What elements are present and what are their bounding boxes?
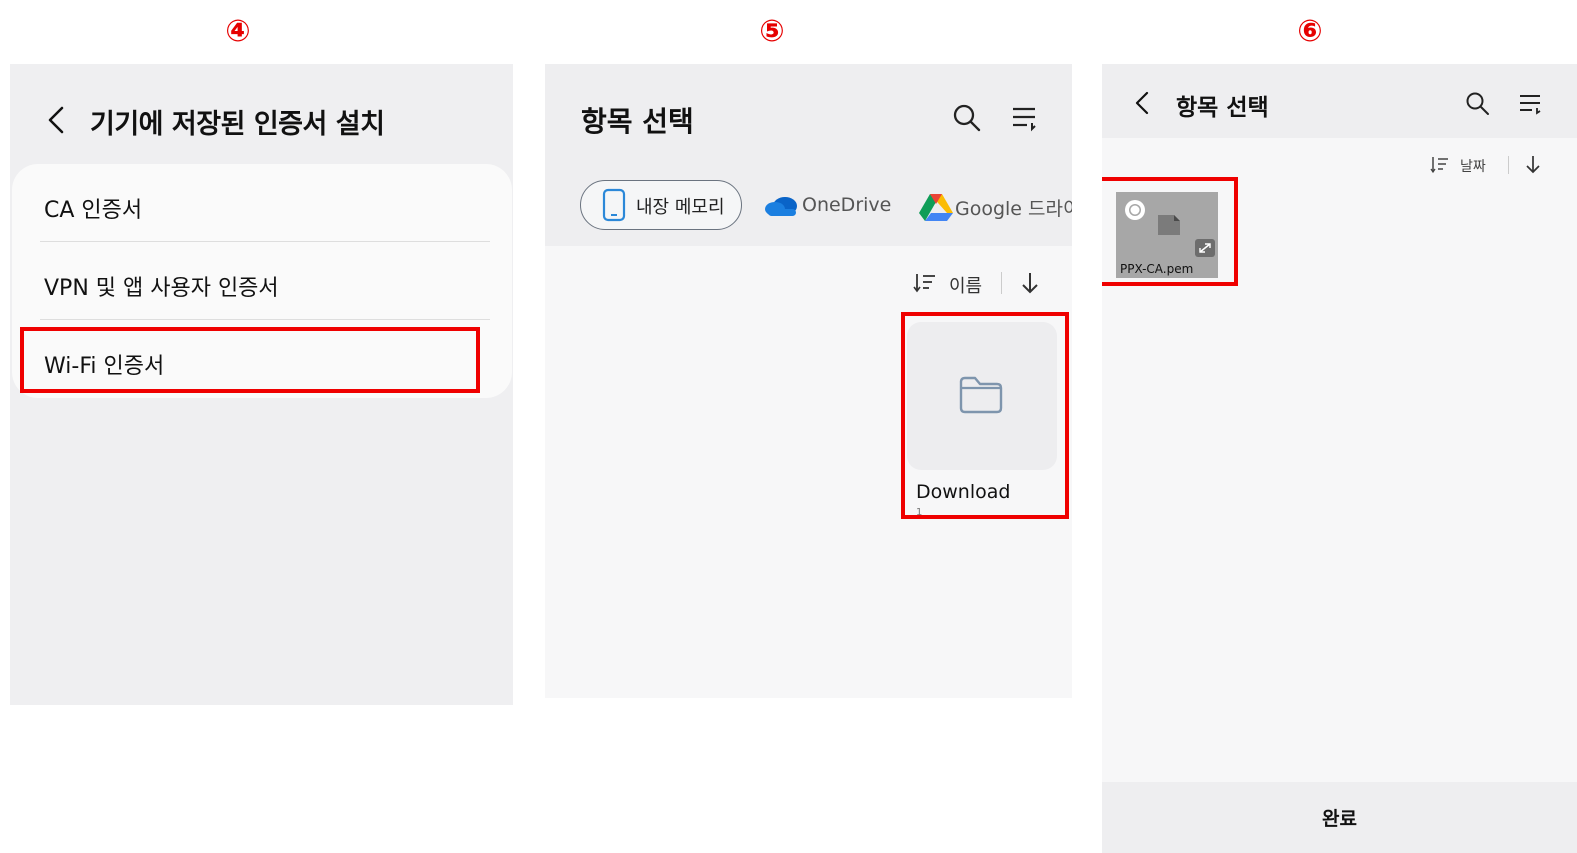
step-number-6: ⑥	[1297, 14, 1323, 49]
google-drive-icon	[919, 194, 953, 221]
step-number-4: ④	[225, 14, 251, 49]
divider	[40, 241, 490, 242]
install-certificate-screen: 기기에 저장된 인증서 설치 CA 인증서 VPN 및 앱 사용자 인증서 Wi…	[10, 64, 513, 705]
source-onedrive[interactable]: OneDrive	[764, 180, 891, 230]
sort-label: 날짜	[1460, 159, 1486, 175]
search-icon	[953, 104, 981, 132]
phone-icon	[602, 188, 626, 222]
list-menu-icon	[1013, 107, 1036, 132]
source-chip-internal-storage[interactable]: 내장 메모리	[580, 180, 742, 230]
divider	[1001, 272, 1002, 294]
select-item-screen: 항목 선택 내장 메모리 OneDrive Google 드라이 이름 Down…	[545, 64, 1072, 698]
sort-by-date-button[interactable]: 날짜	[1430, 152, 1496, 178]
sort-icon	[913, 274, 935, 293]
back-button[interactable]	[1128, 86, 1158, 120]
app-bar: 기기에 저장된 인증서 설치	[10, 94, 513, 146]
arrow-down-icon	[1022, 273, 1038, 294]
onedrive-cloud-icon	[765, 197, 797, 216]
source-google-drive[interactable]: Google 드라이	[919, 180, 1072, 230]
divider	[40, 319, 490, 320]
done-button[interactable]: 완료	[1102, 782, 1577, 853]
source-label: Google 드라이	[955, 198, 1072, 220]
source-label: 내장 메모리	[636, 197, 725, 218]
step-number-5: ⑤	[759, 14, 785, 49]
app-bar: 항목 선택	[1102, 64, 1577, 138]
sort-menu-button[interactable]	[1008, 102, 1040, 134]
sort-menu-button[interactable]	[1516, 90, 1544, 118]
list-item-ca-certificate[interactable]: CA 인증서	[44, 192, 142, 224]
search-button[interactable]	[1464, 90, 1492, 118]
search-button[interactable]	[951, 102, 983, 134]
done-label: 완료	[1322, 808, 1357, 830]
page-title: 항목 선택	[581, 105, 694, 138]
sort-by-name-button[interactable]: 이름	[913, 268, 987, 298]
list-item-vpn-app-certificate[interactable]: VPN 및 앱 사용자 인증서	[44, 270, 279, 302]
back-button[interactable]	[40, 100, 76, 140]
page-title: 기기에 저장된 인증서 설치	[90, 109, 385, 140]
sort-direction-button[interactable]	[1016, 268, 1044, 298]
list-menu-icon	[1520, 95, 1541, 115]
app-bar: 항목 선택 내장 메모리 OneDrive Google 드라이	[545, 64, 1072, 246]
highlight-box	[20, 327, 480, 393]
select-file-screen: 항목 선택 날짜 PPX-CA.pem 완료	[1102, 64, 1577, 853]
back-arrow-icon	[48, 106, 64, 134]
sort-icon	[1430, 157, 1448, 174]
page-title: 항목 선택	[1176, 95, 1269, 121]
highlight-box	[1102, 177, 1238, 286]
sort-label: 이름	[949, 276, 983, 297]
back-arrow-icon	[1135, 91, 1149, 115]
sort-direction-button[interactable]	[1522, 152, 1544, 178]
search-icon	[1466, 92, 1489, 115]
highlight-box	[901, 312, 1069, 519]
divider	[1508, 156, 1509, 174]
arrow-down-icon	[1526, 156, 1540, 174]
source-label: OneDrive	[802, 194, 892, 216]
